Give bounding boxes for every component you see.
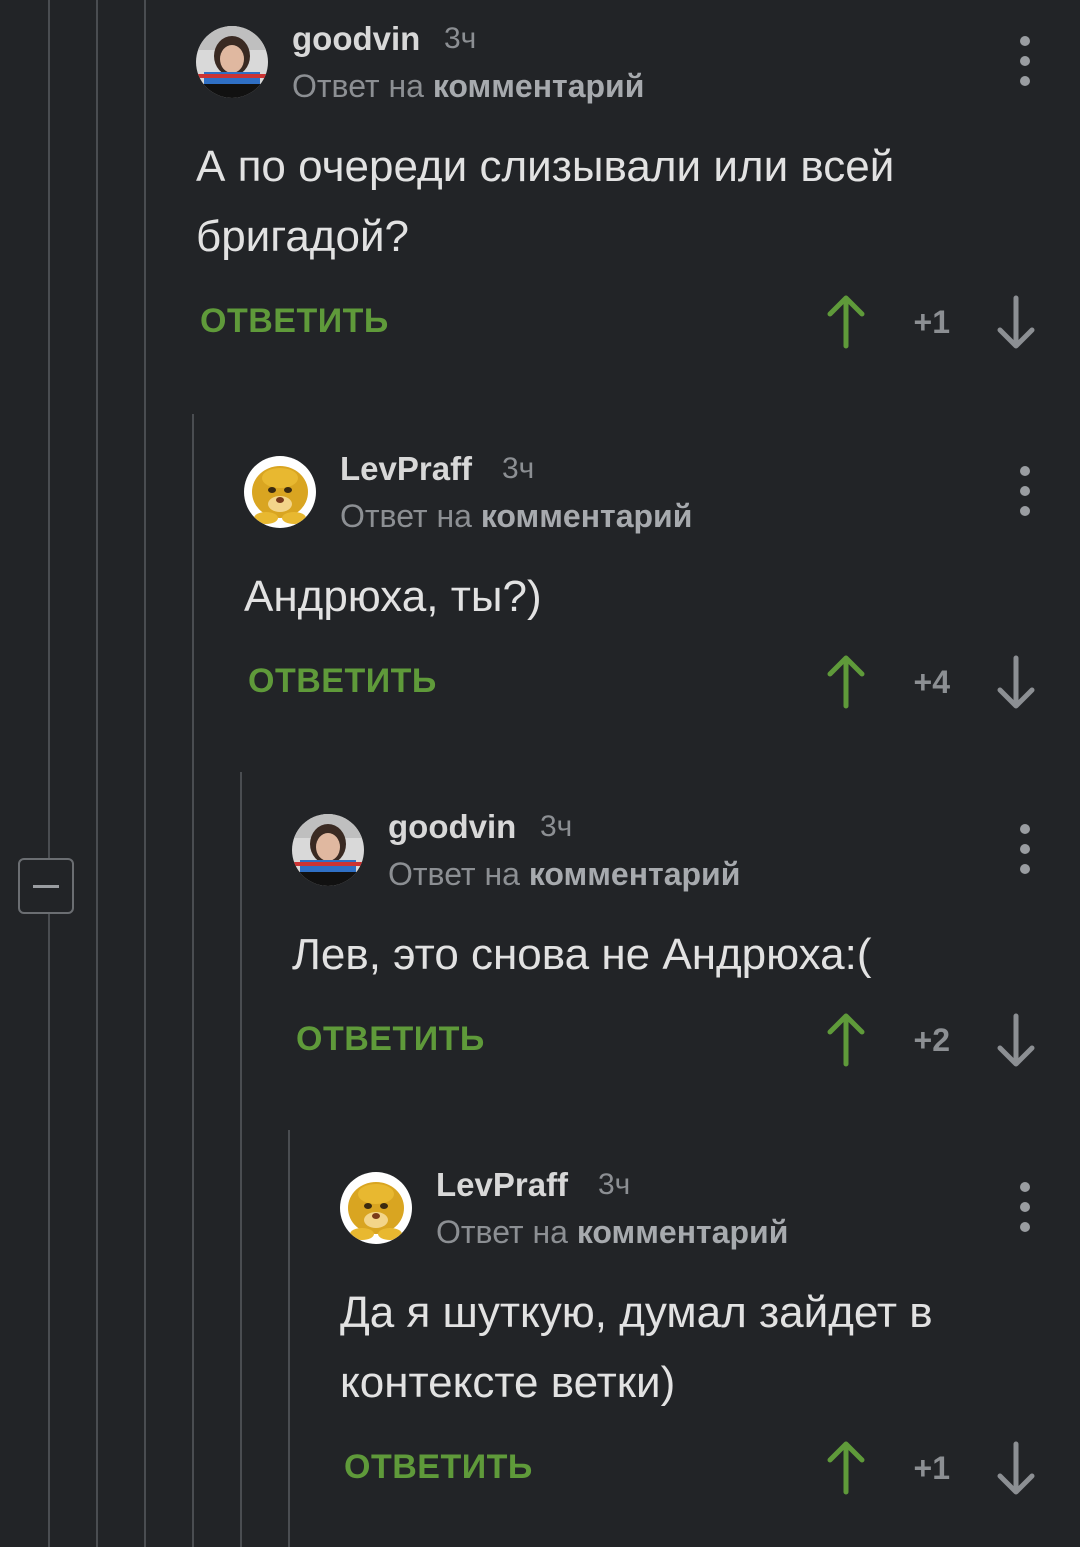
avatar[interactable]	[292, 814, 364, 886]
reply-to-info: Ответ на комментарий	[388, 856, 740, 893]
vote-score: +2	[913, 1022, 950, 1058]
reply-to-link[interactable]: комментарий	[529, 856, 741, 892]
vertical-dots-icon	[1020, 466, 1030, 476]
comment-time: 3ч	[540, 810, 573, 843]
arrow-up-icon[interactable]	[824, 1440, 868, 1496]
avatar[interactable]	[244, 456, 316, 528]
reply-to-info: Ответ на комментарий	[340, 498, 692, 535]
comment-time: 3ч	[598, 1168, 631, 1201]
author-name[interactable]: goodvin	[292, 20, 420, 58]
arrow-up-icon[interactable]	[824, 1012, 868, 1068]
reply-button[interactable]: ОТВЕТИТЬ	[248, 662, 437, 701]
reply-to-prefix: Ответ на	[388, 856, 520, 892]
vertical-dots-icon	[1020, 824, 1030, 834]
comment-text: Андрюха, ты?)	[244, 572, 542, 621]
arrow-down-icon[interactable]	[994, 1012, 1038, 1068]
vote-score: +4	[913, 664, 950, 700]
vote-score: +1	[913, 1450, 950, 1486]
thread-line	[288, 1130, 290, 1547]
reply-button[interactable]: ОТВЕТИТЬ	[344, 1448, 533, 1487]
author-name[interactable]: LevPraff	[436, 1166, 568, 1204]
comment-actions: ОТВЕТИТЬ +4	[244, 654, 1080, 724]
comment-header: LevPraff 3ч Ответ на комментарий	[244, 450, 1080, 556]
reply-to-link[interactable]: комментарий	[433, 68, 645, 104]
thread-line	[96, 0, 98, 1547]
reply-to-info: Ответ на комментарий	[292, 68, 644, 105]
thread-line	[192, 414, 194, 1547]
comment-header: goodvin 3ч Ответ на комментарий	[292, 808, 1080, 914]
comment-actions: ОТВЕТИТЬ +1	[196, 294, 1080, 364]
more-options-button[interactable]	[1010, 824, 1040, 874]
collapse-thread-button[interactable]	[18, 858, 74, 914]
vertical-dots-icon	[1020, 36, 1030, 46]
arrow-down-icon[interactable]	[994, 294, 1038, 350]
reply-button[interactable]: ОТВЕТИТЬ	[296, 1020, 485, 1059]
reply-to-link[interactable]: комментарий	[577, 1214, 789, 1250]
comment-actions: ОТВЕТИТЬ +1	[340, 1440, 1080, 1510]
arrow-up-icon[interactable]	[824, 654, 868, 710]
more-options-button[interactable]	[1010, 466, 1040, 516]
reply-to-prefix: Ответ на	[340, 498, 472, 534]
avatar[interactable]	[340, 1172, 412, 1244]
arrow-down-icon[interactable]	[994, 654, 1038, 710]
vertical-dots-icon	[1020, 1182, 1030, 1192]
comment-header: LevPraff 3ч Ответ на комментарий	[340, 1166, 1080, 1272]
comment: LevPraff 3ч Ответ на комментарий Да я шу…	[340, 1166, 1080, 1510]
comment-text: А по очереди слизывали или всей бригадой…	[196, 142, 895, 261]
thread-line	[48, 0, 50, 858]
reply-to-prefix: Ответ на	[292, 68, 424, 104]
minus-icon	[33, 884, 59, 888]
comment-header: goodvin 3ч Ответ на комментарий	[196, 20, 1080, 126]
author-name[interactable]: goodvin	[388, 808, 516, 846]
comment-text: Лев, это снова не Андрюха:(	[292, 930, 872, 979]
arrow-down-icon[interactable]	[994, 1440, 1038, 1496]
thread-line	[48, 914, 50, 1547]
comment-actions: ОТВЕТИТЬ +2	[292, 1012, 1080, 1082]
reply-button[interactable]: ОТВЕТИТЬ	[200, 302, 389, 341]
thread-line	[144, 0, 146, 1547]
comment-time: 3ч	[502, 452, 535, 485]
more-options-button[interactable]	[1010, 1182, 1040, 1232]
reply-to-prefix: Ответ на	[436, 1214, 568, 1250]
reply-to-link[interactable]: комментарий	[481, 498, 693, 534]
avatar[interactable]	[196, 26, 268, 98]
author-name[interactable]: LevPraff	[340, 450, 472, 488]
arrow-up-icon[interactable]	[824, 294, 868, 350]
thread-line	[240, 772, 242, 1547]
comment: goodvin 3ч Ответ на комментарий Лев, это…	[292, 808, 1080, 1082]
comment-text: Да я шуткую, думал зайдет в контексте ве…	[340, 1288, 933, 1407]
comment-time: 3ч	[444, 22, 477, 55]
comment: LevPraff 3ч Ответ на комментарий Андрюха…	[244, 450, 1080, 724]
vote-score: +1	[913, 304, 950, 340]
reply-to-info: Ответ на комментарий	[436, 1214, 788, 1251]
more-options-button[interactable]	[1010, 36, 1040, 86]
comment: goodvin 3ч Ответ на комментарий А по оче…	[196, 20, 1080, 364]
